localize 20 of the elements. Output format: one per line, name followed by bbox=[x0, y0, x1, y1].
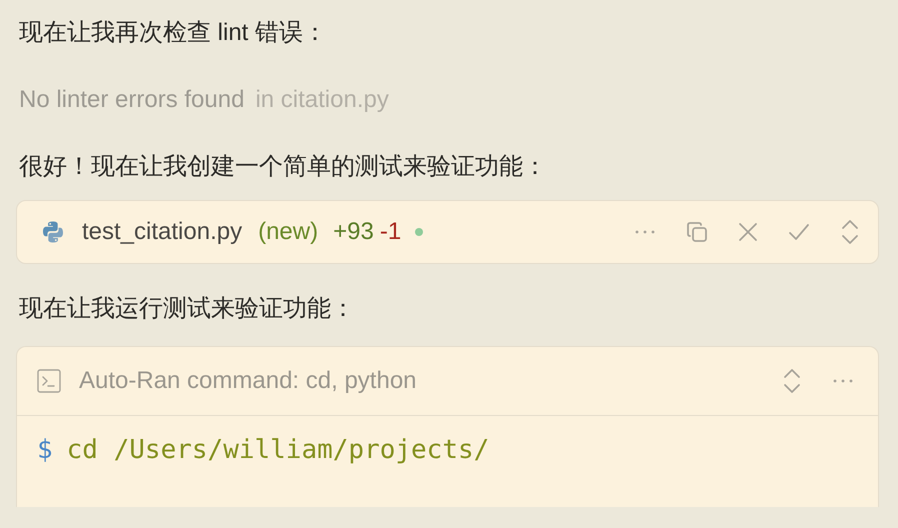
message-text: 现在让我再次检查 lint 错误： bbox=[19, 18, 328, 48]
command-text: cd /Users/william/projects/ bbox=[66, 434, 490, 467]
expand-icon[interactable] bbox=[840, 219, 860, 245]
new-tag: (new) bbox=[258, 218, 318, 246]
message-text: 很好！现在让我创建一个简单的测试来验证功能： bbox=[19, 152, 548, 182]
checkmark-icon[interactable] bbox=[788, 222, 810, 242]
copy-icon[interactable] bbox=[686, 221, 708, 243]
lint-status: No linter errors found bbox=[19, 85, 244, 115]
terminal-icon[interactable] bbox=[37, 369, 61, 393]
message-text: 现在让我运行测试来验证功能： bbox=[19, 294, 356, 324]
command-title: Auto-Ran command: cd, python bbox=[79, 367, 417, 395]
prompt-symbol: $ bbox=[37, 434, 53, 467]
file-name[interactable]: test_citation.py bbox=[82, 218, 242, 246]
status-dot-icon bbox=[415, 228, 424, 236]
close-icon[interactable] bbox=[738, 222, 758, 242]
python-icon bbox=[41, 220, 65, 244]
expand-icon[interactable] bbox=[782, 368, 802, 394]
removed-count: -1 bbox=[380, 218, 402, 246]
lint-file: in citation.py bbox=[255, 85, 389, 115]
added-count: +93 bbox=[333, 218, 374, 246]
